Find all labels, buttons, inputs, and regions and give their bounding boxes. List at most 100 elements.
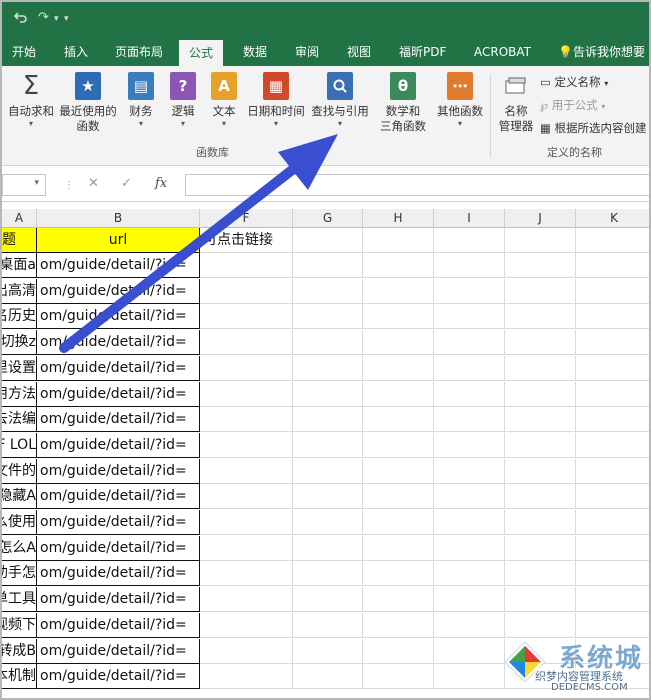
cell-empty[interactable] (576, 561, 649, 586)
cell-empty[interactable] (505, 356, 576, 381)
redo-dropdown-icon[interactable]: ▾ (54, 14, 59, 32)
cell-empty[interactable] (293, 536, 363, 561)
cell-empty[interactable] (200, 664, 293, 689)
cell-title[interactable]: 单工具 (2, 587, 37, 612)
cell-empty[interactable] (293, 459, 363, 484)
cell-empty[interactable] (505, 510, 576, 535)
cell-url[interactable]: om/guide/detail/?id= (37, 330, 200, 355)
cell-url[interactable]: om/guide/detail/?id= (37, 639, 200, 664)
cell-empty[interactable] (200, 536, 293, 561)
cell-empty[interactable] (576, 536, 649, 561)
cancel-icon[interactable]: ✕ (88, 176, 99, 191)
logical-button[interactable]: ? 逻辑 ▾ (166, 72, 200, 128)
cell-empty[interactable] (363, 356, 434, 381)
cell-empty[interactable] (363, 484, 434, 509)
cell-empty[interactable] (200, 433, 293, 458)
cell-empty[interactable] (293, 356, 363, 381)
cell-empty[interactable] (505, 587, 576, 612)
define-name-button[interactable]: ▭ 定义名称 ▾ (540, 74, 608, 90)
cell-empty[interactable] (434, 330, 505, 355)
cell-title[interactable]: 里设置 (2, 356, 37, 381)
cell-title[interactable]: 出高清 (2, 279, 37, 304)
cell-empty[interactable] (505, 279, 576, 304)
cell-empty[interactable] (363, 536, 434, 561)
cell-url[interactable]: om/guide/detail/?id= (37, 407, 200, 432)
cell-title[interactable]: 用方法 (2, 382, 37, 407)
autosum-button[interactable]: Σ 自动求和 ▾ (6, 71, 56, 128)
cell-empty[interactable] (505, 228, 576, 253)
cell-empty[interactable] (200, 356, 293, 381)
cell-empty[interactable] (363, 639, 434, 664)
cell-empty[interactable] (576, 253, 649, 278)
cell-empty[interactable] (200, 304, 293, 329)
cell-title[interactable]: 文件的 (2, 459, 37, 484)
cell-empty[interactable] (576, 510, 649, 535)
cell-empty[interactable] (505, 382, 576, 407)
cell-empty[interactable] (505, 330, 576, 355)
name-box[interactable]: ▾ (2, 174, 46, 196)
cell-empty[interactable] (293, 382, 363, 407)
cell-empty[interactable] (576, 356, 649, 381)
cell-empty[interactable] (200, 253, 293, 278)
cell-title[interactable]: F LOL (2, 433, 37, 458)
cell-url[interactable]: om/guide/detail/?id= (37, 561, 200, 586)
cell-empty[interactable] (200, 459, 293, 484)
cell-title[interactable]: 切换z (2, 330, 37, 355)
cell-empty[interactable] (505, 459, 576, 484)
formula-input[interactable] (185, 174, 649, 196)
cell-title[interactable]: 怎么A (2, 536, 37, 561)
cell-empty[interactable] (293, 407, 363, 432)
cell-empty[interactable] (576, 330, 649, 355)
cell-empty[interactable] (434, 459, 505, 484)
tell-me-search[interactable]: 💡告诉我你想要 (558, 38, 645, 66)
cell-empty[interactable] (505, 304, 576, 329)
cell-empty[interactable] (363, 407, 434, 432)
cell-url[interactable]: om/guide/detail/?id= (37, 484, 200, 509)
column-header-k[interactable]: K (576, 209, 649, 228)
cell-empty[interactable] (200, 382, 293, 407)
cell-empty[interactable] (434, 382, 505, 407)
cell-empty[interactable] (200, 510, 293, 535)
cell-empty[interactable] (363, 279, 434, 304)
cell-title[interactable]: 么使用 (2, 510, 37, 535)
cell-url[interactable]: om/guide/detail/?id= (37, 536, 200, 561)
name-manager-button[interactable]: 名称 管理器 (494, 72, 538, 134)
cell-empty[interactable] (576, 279, 649, 304)
cell-title[interactable]: 本机制 (2, 664, 37, 689)
cell-url-header[interactable]: url (37, 228, 200, 253)
cell-empty[interactable] (293, 561, 363, 586)
cell-empty[interactable] (576, 459, 649, 484)
cell-empty[interactable] (293, 587, 363, 612)
datetime-button[interactable]: ▦ 日期和时间 ▾ (246, 72, 306, 128)
tab-review[interactable]: 审阅 (295, 38, 319, 66)
tab-data[interactable]: 数据 (243, 38, 267, 66)
column-header-b[interactable]: B (37, 209, 200, 228)
cell-empty[interactable] (293, 639, 363, 664)
more-functions-button[interactable]: ⋯ 其他函数 ▾ (434, 72, 486, 128)
cell-empty[interactable] (363, 664, 434, 689)
cell-empty[interactable] (200, 561, 293, 586)
cell-empty[interactable] (434, 228, 505, 253)
cell-empty[interactable] (363, 304, 434, 329)
cell-empty[interactable] (293, 484, 363, 509)
cell-url[interactable]: om/guide/detail/?id= (37, 356, 200, 381)
cell-empty[interactable] (200, 330, 293, 355)
column-header-g[interactable]: G (293, 209, 363, 228)
cell-empty[interactable] (200, 587, 293, 612)
column-header-a[interactable]: A (2, 209, 37, 228)
tab-home[interactable]: 开始 (12, 38, 36, 66)
cell-title[interactable]: 去法编 (2, 407, 37, 432)
cell-empty[interactable] (505, 561, 576, 586)
tab-formulas[interactable]: 公式 (179, 40, 224, 66)
cell-empty[interactable] (293, 510, 363, 535)
column-header-j[interactable]: J (505, 209, 576, 228)
cell-url[interactable]: om/guide/detail/?id= (37, 587, 200, 612)
recently-used-button[interactable]: ★ 最近使用的 函数 (58, 72, 118, 134)
use-in-formula-button[interactable]: ℘ 用于公式 ▾ (540, 97, 605, 113)
cell-empty[interactable] (576, 433, 649, 458)
cell-clickable-link-header[interactable]: 可点击链接 (200, 228, 293, 253)
cell-empty[interactable] (505, 253, 576, 278)
cell-url[interactable]: om/guide/detail/?id= (37, 433, 200, 458)
cell-empty[interactable] (363, 228, 434, 253)
cell-empty[interactable] (434, 407, 505, 432)
